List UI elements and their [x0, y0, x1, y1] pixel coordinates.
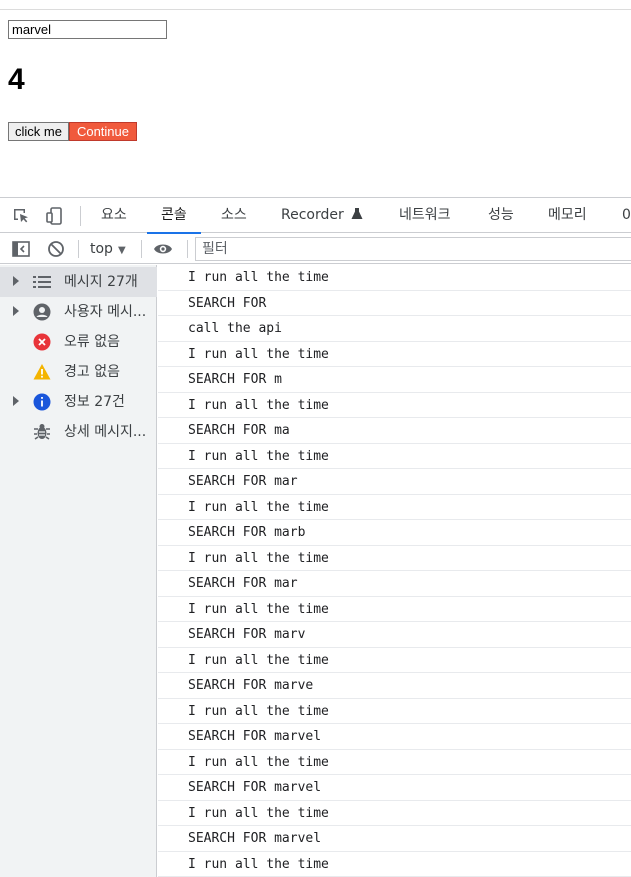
sidebar-item-warnings[interactable]: 경고 없음	[0, 357, 157, 387]
sidebar-item-label: 경고 없음	[64, 357, 156, 387]
page-top-divider	[0, 9, 631, 10]
toolbar-divider	[141, 240, 142, 258]
console-message: I run all the time	[158, 801, 631, 827]
console-message: SEARCH FOR marb	[158, 520, 631, 546]
continue-button[interactable]: Continue	[69, 122, 137, 141]
console-message: SEARCH FOR marvel	[158, 826, 631, 852]
console-message: SEARCH FOR	[158, 291, 631, 317]
context-selector[interactable]: top ▼	[90, 238, 126, 260]
filter-input[interactable]: 필터	[195, 237, 631, 261]
sidebar-item-label: 정보 27건	[64, 387, 156, 417]
clear-console-icon[interactable]	[45, 238, 67, 260]
sidebar-item-label: 사용자 메시...	[64, 297, 156, 327]
console-message: I run all the time	[158, 393, 631, 419]
tab-elements[interactable]: 요소	[101, 198, 127, 233]
console-message: SEARCH FOR marv	[158, 622, 631, 648]
console-message: I run all the time	[158, 495, 631, 521]
console-message: SEARCH FOR marvel	[158, 724, 631, 750]
tab-network[interactable]: 네트워크	[399, 198, 451, 233]
console-message: SEARCH FOR m	[158, 367, 631, 393]
button-row: click me Continue	[8, 122, 137, 141]
search-input[interactable]	[8, 20, 167, 39]
console-message: call the api	[158, 316, 631, 342]
sidebar-toggle-icon[interactable]	[10, 238, 32, 260]
console-message: SEARCH FOR mar	[158, 571, 631, 597]
console-message: I run all the time	[158, 699, 631, 725]
result-count: 4	[8, 62, 25, 98]
console-message: I run all the time	[158, 648, 631, 674]
console-message: I run all the time	[158, 444, 631, 470]
expand-arrow-icon[interactable]	[13, 396, 19, 406]
console-message: SEARCH FOR ma	[158, 418, 631, 444]
sidebar-item-errors[interactable]: 오류 없음	[0, 327, 157, 357]
console-message: SEARCH FOR mar	[158, 469, 631, 495]
error-icon	[33, 333, 51, 351]
console-sidebar: 메시지 27개 사용자 메시... 오류 없음 경고 없음	[0, 265, 157, 877]
tab-console[interactable]: 콘솔	[161, 198, 187, 233]
tab-sources[interactable]: 소스	[221, 198, 247, 233]
info-icon	[33, 393, 51, 411]
eye-icon[interactable]	[152, 238, 174, 260]
toolbar-divider	[187, 240, 188, 258]
expand-arrow-icon[interactable]	[13, 276, 19, 286]
console-message: I run all the time	[158, 750, 631, 776]
bug-icon	[33, 423, 51, 441]
console-message: I run all the time	[158, 852, 631, 877]
console-message: I run all the time	[158, 265, 631, 291]
tabbar-divider	[80, 206, 81, 226]
sidebar-item-messages[interactable]: 메시지 27개	[0, 267, 157, 297]
tab-overflow[interactable]: 0	[622, 198, 631, 233]
sidebar-item-label: 오류 없음	[64, 327, 156, 357]
console-toolbar: top ▼ 필터	[0, 234, 631, 264]
sidebar-item-user-messages[interactable]: 사용자 메시...	[0, 297, 157, 327]
sidebar-item-info[interactable]: 정보 27건	[0, 387, 157, 417]
sidebar-item-label: 메시지 27개	[64, 267, 156, 297]
expand-arrow-icon[interactable]	[13, 306, 19, 316]
sidebar-item-verbose[interactable]: 상세 메시지...	[0, 417, 157, 447]
console-log: I run all the timeSEARCH FORcall the api…	[158, 265, 631, 877]
dropdown-arrow-icon: ▼	[118, 245, 126, 256]
devtools-panel: 요소 콘솔 소스 Recorder 네트워크 성능 메모리 0 top ▼ 필터	[0, 197, 631, 876]
flask-icon	[351, 207, 363, 220]
list-icon	[33, 273, 51, 291]
console-message: SEARCH FOR marve	[158, 673, 631, 699]
sidebar-item-label: 상세 메시지...	[64, 417, 156, 447]
tab-recorder[interactable]: Recorder	[281, 198, 363, 233]
user-icon	[33, 303, 51, 321]
console-message: SEARCH FOR marvel	[158, 775, 631, 801]
warning-icon	[33, 363, 51, 381]
tab-recorder-label: Recorder	[281, 207, 344, 223]
toolbar-divider	[78, 240, 79, 258]
console-message: I run all the time	[158, 342, 631, 368]
devtools-tabbar: 요소 콘솔 소스 Recorder 네트워크 성능 메모리 0	[0, 198, 631, 233]
inspect-element-icon[interactable]	[10, 205, 32, 227]
click-me-button[interactable]: click me	[8, 122, 69, 141]
tab-memory[interactable]: 메모리	[548, 198, 587, 233]
context-label: top	[90, 241, 113, 257]
tab-performance[interactable]: 성능	[488, 198, 514, 233]
console-message: I run all the time	[158, 546, 631, 572]
device-toolbar-icon[interactable]	[44, 205, 66, 227]
console-message: I run all the time	[158, 597, 631, 623]
